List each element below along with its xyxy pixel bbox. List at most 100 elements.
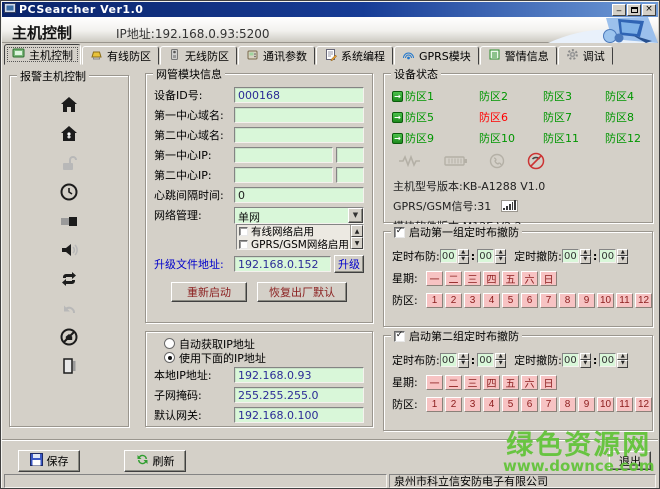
arm-hour-spinner[interactable]: ▲▼ bbox=[458, 249, 469, 264]
zone-button[interactable]: 2 bbox=[445, 293, 462, 308]
list-scrollbar[interactable]: ▲ ▼ bbox=[350, 225, 363, 249]
zone-button[interactable]: 2 bbox=[445, 397, 462, 412]
weekday-button[interactable]: 六 bbox=[521, 271, 538, 286]
zone-button[interactable]: 4 bbox=[483, 397, 500, 412]
arm-minute-field[interactable]: 00 bbox=[477, 249, 494, 263]
title-bar[interactable]: PCSearcher Ver1.0 _ × bbox=[2, 2, 658, 17]
arm-minute-spinner[interactable]: ▲▼ bbox=[495, 353, 506, 368]
tab-wireless-zones[interactable]: 无线防区 bbox=[160, 46, 237, 65]
factory-reset-button[interactable]: 恢复出厂默认 bbox=[257, 282, 347, 302]
wired-network-checkbox[interactable]: ✓ bbox=[239, 227, 248, 236]
tab-alarm-info[interactable]: 警情信息 bbox=[480, 46, 557, 65]
arm-hour-field[interactable]: 00 bbox=[440, 249, 457, 263]
arm-stay-button[interactable] bbox=[56, 123, 82, 147]
tab-system-program[interactable]: 系统编程 bbox=[316, 46, 393, 65]
zone-button[interactable]: 3 bbox=[464, 293, 481, 308]
weekday-button[interactable]: 一 bbox=[426, 271, 443, 286]
zone-button[interactable]: 1 bbox=[426, 397, 443, 412]
upgrade-button[interactable]: 升级 bbox=[334, 255, 364, 273]
weekday-button[interactable]: 三 bbox=[464, 271, 481, 286]
dropdown-button[interactable]: ▼ bbox=[348, 208, 363, 223]
siren-button[interactable] bbox=[56, 239, 82, 263]
zone-button[interactable]: 6 bbox=[521, 293, 538, 308]
zone-button[interactable]: 11 bbox=[616, 293, 633, 308]
tab-debug[interactable]: 调试 bbox=[558, 46, 613, 65]
arm-away-button[interactable] bbox=[56, 94, 82, 118]
disarm-minute-field[interactable]: 00 bbox=[599, 249, 616, 263]
disarm-hour-field[interactable]: 00 bbox=[562, 249, 579, 263]
bypass-button[interactable] bbox=[56, 326, 82, 350]
zone-button[interactable]: 4 bbox=[483, 293, 500, 308]
weekday-button[interactable]: 日 bbox=[540, 271, 557, 286]
arm-minute-spinner[interactable]: ▲▼ bbox=[495, 249, 506, 264]
refresh-button[interactable]: 刷新 bbox=[124, 450, 186, 472]
zone-button[interactable]: 5 bbox=[502, 293, 519, 308]
timer-button[interactable] bbox=[56, 181, 82, 205]
weekday-button[interactable]: 四 bbox=[483, 375, 500, 390]
zone-button[interactable]: 7 bbox=[540, 293, 557, 308]
disarm-button[interactable] bbox=[56, 152, 82, 176]
local-ip-field[interactable] bbox=[234, 367, 364, 383]
zone-button[interactable]: 10 bbox=[597, 397, 614, 412]
zone-button[interactable]: 8 bbox=[559, 293, 576, 308]
weekday-button[interactable]: 三 bbox=[464, 375, 481, 390]
weekday-button[interactable]: 五 bbox=[502, 271, 519, 286]
zone-button[interactable]: 12 bbox=[635, 293, 652, 308]
upgrade-address-field[interactable] bbox=[234, 256, 331, 272]
close-button[interactable]: × bbox=[642, 4, 656, 16]
zone-button[interactable]: 3 bbox=[464, 397, 481, 412]
scroll-down-icon[interactable]: ▼ bbox=[351, 237, 363, 249]
tab-wired-zones[interactable]: 有线防区 bbox=[82, 46, 159, 65]
restart-button[interactable]: 重新启动 bbox=[171, 282, 247, 302]
weekday-button[interactable]: 四 bbox=[483, 271, 500, 286]
save-button[interactable]: 保存 bbox=[18, 450, 80, 472]
zone-button[interactable]: 1 bbox=[426, 293, 443, 308]
disarm-minute-spinner[interactable]: ▲▼ bbox=[617, 353, 628, 368]
arm-hour-spinner[interactable]: ▲▼ bbox=[458, 353, 469, 368]
zone-button[interactable]: 10 bbox=[597, 293, 614, 308]
zone-button[interactable]: 11 bbox=[616, 397, 633, 412]
weekday-button[interactable]: 五 bbox=[502, 375, 519, 390]
loop-button[interactable] bbox=[56, 268, 82, 292]
disarm-minute-spinner[interactable]: ▲▼ bbox=[617, 249, 628, 264]
manual-ip-radio[interactable] bbox=[164, 352, 175, 363]
auto-ip-radio[interactable] bbox=[164, 338, 175, 349]
weekday-button[interactable]: 一 bbox=[426, 375, 443, 390]
zone-button[interactable]: 9 bbox=[578, 397, 595, 412]
tab-host-control[interactable]: 主机控制 bbox=[4, 44, 81, 65]
gprs-network-checkbox[interactable]: ✓ bbox=[239, 240, 248, 249]
weekday-button[interactable]: 二 bbox=[445, 271, 462, 286]
zone-button[interactable]: 8 bbox=[559, 397, 576, 412]
power-switch-button[interactable] bbox=[56, 210, 82, 234]
arm-minute-field[interactable]: 00 bbox=[477, 353, 494, 367]
scroll-up-icon[interactable]: ▲ bbox=[351, 225, 363, 237]
disarm-hour-field[interactable]: 00 bbox=[562, 353, 579, 367]
tab-comm-params[interactable]: 通讯参数 bbox=[238, 46, 315, 65]
arm-hour-field[interactable]: 00 bbox=[440, 353, 457, 367]
center2-domain-field[interactable] bbox=[234, 127, 364, 143]
device-id-field[interactable] bbox=[234, 87, 364, 103]
exit-button[interactable]: 退出 bbox=[609, 451, 651, 470]
zone-button[interactable]: 6 bbox=[521, 397, 538, 412]
disarm-hour-spinner[interactable]: ▲▼ bbox=[580, 249, 591, 264]
network-mode-dropdown[interactable]: 单网 ▼ bbox=[234, 207, 364, 224]
timer1-enable-checkbox[interactable]: ✓ bbox=[394, 227, 405, 238]
minimize-button[interactable]: _ bbox=[612, 4, 626, 16]
undo-button[interactable] bbox=[56, 297, 82, 321]
weekday-button[interactable]: 二 bbox=[445, 375, 462, 390]
gateway-field[interactable] bbox=[234, 407, 364, 423]
center1-ip-field[interactable] bbox=[234, 147, 333, 163]
list-item[interactable]: ✓GPRS/GSM网络启用 bbox=[239, 238, 348, 249]
weekday-button[interactable]: 日 bbox=[540, 375, 557, 390]
zone-button[interactable]: 9 bbox=[578, 293, 595, 308]
tab-gprs-module[interactable]: GPRS模块 bbox=[394, 46, 479, 65]
maximize-button[interactable] bbox=[627, 4, 641, 16]
center2-port-field[interactable] bbox=[336, 167, 364, 183]
timer2-enable-checkbox[interactable]: ✓ bbox=[394, 331, 405, 342]
zone-button[interactable]: 12 bbox=[635, 397, 652, 412]
center1-port-field[interactable] bbox=[336, 147, 364, 163]
subnet-mask-field[interactable] bbox=[234, 387, 364, 403]
weekday-button[interactable]: 六 bbox=[521, 375, 538, 390]
zone-button[interactable]: 5 bbox=[502, 397, 519, 412]
log-button[interactable] bbox=[56, 355, 82, 379]
